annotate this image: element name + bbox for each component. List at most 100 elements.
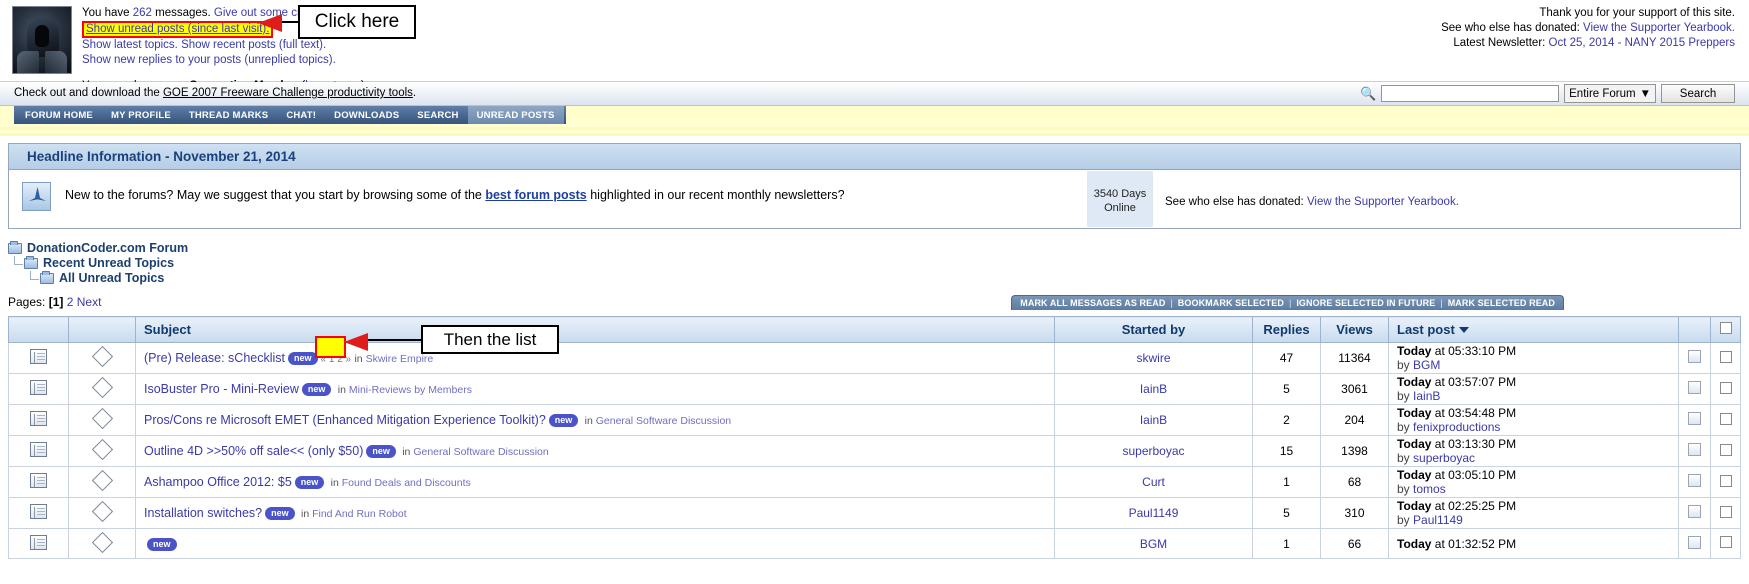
row-quote-action-cell[interactable] xyxy=(1678,373,1711,405)
quote-icon[interactable] xyxy=(1688,443,1701,456)
show-unread-posts-link[interactable]: Show unread posts (since last visit). xyxy=(86,23,269,35)
row-views-cell: 204 xyxy=(1320,404,1389,436)
th-select-all[interactable] xyxy=(1710,316,1741,343)
started-by-link[interactable]: BGM xyxy=(1140,537,1167,551)
mark-all-messages-as-read-action[interactable]: MARK ALL MESSAGES AS READ xyxy=(1020,298,1165,308)
th-views[interactable]: Views xyxy=(1320,316,1389,343)
quote-icon[interactable] xyxy=(1688,412,1701,425)
started-by-link[interactable]: IainB xyxy=(1140,382,1167,396)
breadcrumb-level-2[interactable]: Recent Unread Topics xyxy=(8,256,1749,271)
search-scope-select[interactable]: Entire Forum ▼ xyxy=(1564,84,1656,103)
headline-yearbook-link[interactable]: View the Supporter Yearbook. xyxy=(1307,196,1459,208)
tab-search[interactable]: SEARCH xyxy=(408,106,467,124)
row-quote-action-cell[interactable] xyxy=(1678,497,1711,529)
row-started-by-cell: IainB xyxy=(1054,404,1253,436)
days-online-badge: 3540 Days Online xyxy=(1087,171,1153,227)
unread-topics-table: Subject Started by Replies Views Last po… xyxy=(8,316,1741,559)
row-quote-action-cell[interactable] xyxy=(1678,342,1711,374)
goe-tools-link[interactable]: GOE 2007 Freeware Challenge productivity… xyxy=(163,87,413,99)
quote-icon[interactable] xyxy=(1688,474,1701,487)
row-last-post-cell: Today at 03:54:48 PM by fenixproductions xyxy=(1388,404,1679,436)
topic-title-link[interactable]: Ashampoo Office 2012: $5 xyxy=(144,475,292,489)
row-quote-action-cell[interactable] xyxy=(1678,528,1711,559)
row-select-cell[interactable] xyxy=(1710,466,1741,498)
supporter-yearbook-link[interactable]: View the Supporter Yearbook. xyxy=(1583,22,1735,34)
checkbox-icon[interactable] xyxy=(1719,350,1732,363)
last-post-author-link[interactable]: fenixproductions xyxy=(1413,420,1500,434)
newsletter-link[interactable]: Oct 25, 2014 - NANY 2015 Preppers xyxy=(1549,37,1735,49)
tab-chat[interactable]: CHAT! xyxy=(277,106,325,124)
topic-title-link[interactable]: Outline 4D >>50% off sale<< (only $50) xyxy=(144,444,363,458)
checkbox-icon[interactable] xyxy=(1719,322,1732,334)
quote-icon[interactable] xyxy=(1688,381,1701,394)
board-link[interactable]: Skwire Empire xyxy=(366,353,434,365)
tab-forum-home[interactable]: FORUM HOME xyxy=(16,106,102,124)
tab-unread-posts[interactable]: UNREAD POSTS xyxy=(467,106,564,124)
row-started-by-cell: Curt xyxy=(1054,466,1253,498)
topic-title-link[interactable]: Pros/Cons re Microsoft EMET (Enhanced Mi… xyxy=(144,413,546,427)
row-select-cell[interactable] xyxy=(1710,342,1741,374)
checkbox-icon[interactable] xyxy=(1719,505,1732,518)
started-by-link[interactable]: skwire xyxy=(1136,351,1170,365)
started-by-link[interactable]: IainB xyxy=(1140,413,1167,427)
board-link[interactable]: Found Deals and Discounts xyxy=(342,477,471,489)
days-online-word: Online xyxy=(1104,202,1136,214)
show-latest-topics-link[interactable]: Show latest topics. xyxy=(82,39,178,51)
row-quote-action-cell[interactable] xyxy=(1678,435,1711,467)
row-select-cell[interactable] xyxy=(1710,404,1741,436)
quote-icon[interactable] xyxy=(1688,535,1701,549)
show-recent-posts-link[interactable]: Show recent posts (full text). xyxy=(181,39,326,51)
row-quote-action-cell[interactable] xyxy=(1678,404,1711,436)
board-link[interactable]: Mini-Reviews by Members xyxy=(349,384,472,396)
topic-title-link[interactable]: Installation switches? xyxy=(144,506,262,520)
tab-downloads[interactable]: DOWNLOADS xyxy=(325,106,408,124)
search-button[interactable]: Search xyxy=(1661,84,1735,103)
last-post-author-link[interactable]: superboyac xyxy=(1413,451,1475,465)
best-forum-posts-link[interactable]: best forum posts xyxy=(485,188,586,202)
headline-body: New to the forums? May we suggest that y… xyxy=(9,170,1740,228)
board-link[interactable]: General Software Discussion xyxy=(596,415,731,427)
started-by-link[interactable]: Curt xyxy=(1142,475,1165,489)
tab-my-profile[interactable]: MY PROFILE xyxy=(102,106,180,124)
messages-count-link[interactable]: 262 xyxy=(133,7,152,19)
started-by-link[interactable]: superboyac xyxy=(1122,444,1184,458)
checkbox-icon[interactable] xyxy=(1719,536,1732,548)
th-subject[interactable]: Subject xyxy=(135,316,1055,343)
started-by-link[interactable]: Paul1149 xyxy=(1129,506,1179,520)
row-select-cell[interactable] xyxy=(1710,373,1741,405)
quote-icon[interactable] xyxy=(1688,350,1701,363)
th-replies[interactable]: Replies xyxy=(1252,316,1321,343)
row-select-cell[interactable] xyxy=(1710,497,1741,529)
show-new-replies-link[interactable]: Show new replies to your posts (unreplie… xyxy=(82,54,336,66)
board-link[interactable]: Find And Run Robot xyxy=(312,508,407,520)
tab-thread-marks[interactable]: THREAD MARKS xyxy=(180,106,277,124)
breadcrumb-level-1[interactable]: DonationCoder.com Forum xyxy=(8,241,1749,256)
checkbox-icon[interactable] xyxy=(1719,443,1732,456)
last-post-author-link[interactable]: IainB xyxy=(1413,389,1440,403)
page-next-link[interactable]: Next xyxy=(77,295,102,309)
row-select-cell[interactable] xyxy=(1710,435,1741,467)
headline-donated-line: See who else has donated: View the Suppo… xyxy=(1165,196,1459,208)
topic-title-link[interactable]: (Pre) Release: sChecklist xyxy=(144,351,285,365)
last-post-time: at 03:57:07 PM xyxy=(1431,375,1517,389)
last-post-author-link[interactable]: tomos xyxy=(1413,482,1446,496)
board-link[interactable]: General Software Discussion xyxy=(413,446,548,458)
search-input[interactable] xyxy=(1381,85,1560,102)
ignore-selected-in-future-action[interactable]: IGNORE SELECTED IN FUTURE xyxy=(1296,298,1435,308)
mark-selected-read-action[interactable]: MARK SELECTED READ xyxy=(1448,298,1555,308)
bookmark-selected-action[interactable]: BOOKMARK SELECTED xyxy=(1178,298,1284,308)
th-started-by[interactable]: Started by xyxy=(1054,316,1253,343)
last-post-author-link[interactable]: BGM xyxy=(1413,358,1440,372)
row-quote-action-cell[interactable] xyxy=(1678,466,1711,498)
checkbox-icon[interactable] xyxy=(1719,381,1732,394)
row-select-cell[interactable] xyxy=(1710,528,1741,559)
page-2-link[interactable]: 2 xyxy=(67,295,74,309)
quote-icon[interactable] xyxy=(1688,505,1701,518)
th-last-post[interactable]: Last post xyxy=(1388,316,1679,343)
breadcrumb-level-3[interactable]: All Unread Topics xyxy=(8,271,1749,286)
checkbox-icon[interactable] xyxy=(1719,474,1732,487)
table-header-row: Subject Started by Replies Views Last po… xyxy=(8,316,1741,343)
topic-title-link[interactable]: IsoBuster Pro - Mini-Review xyxy=(144,382,299,396)
last-post-author-link[interactable]: Paul1149 xyxy=(1413,513,1463,527)
checkbox-icon[interactable] xyxy=(1719,412,1732,425)
